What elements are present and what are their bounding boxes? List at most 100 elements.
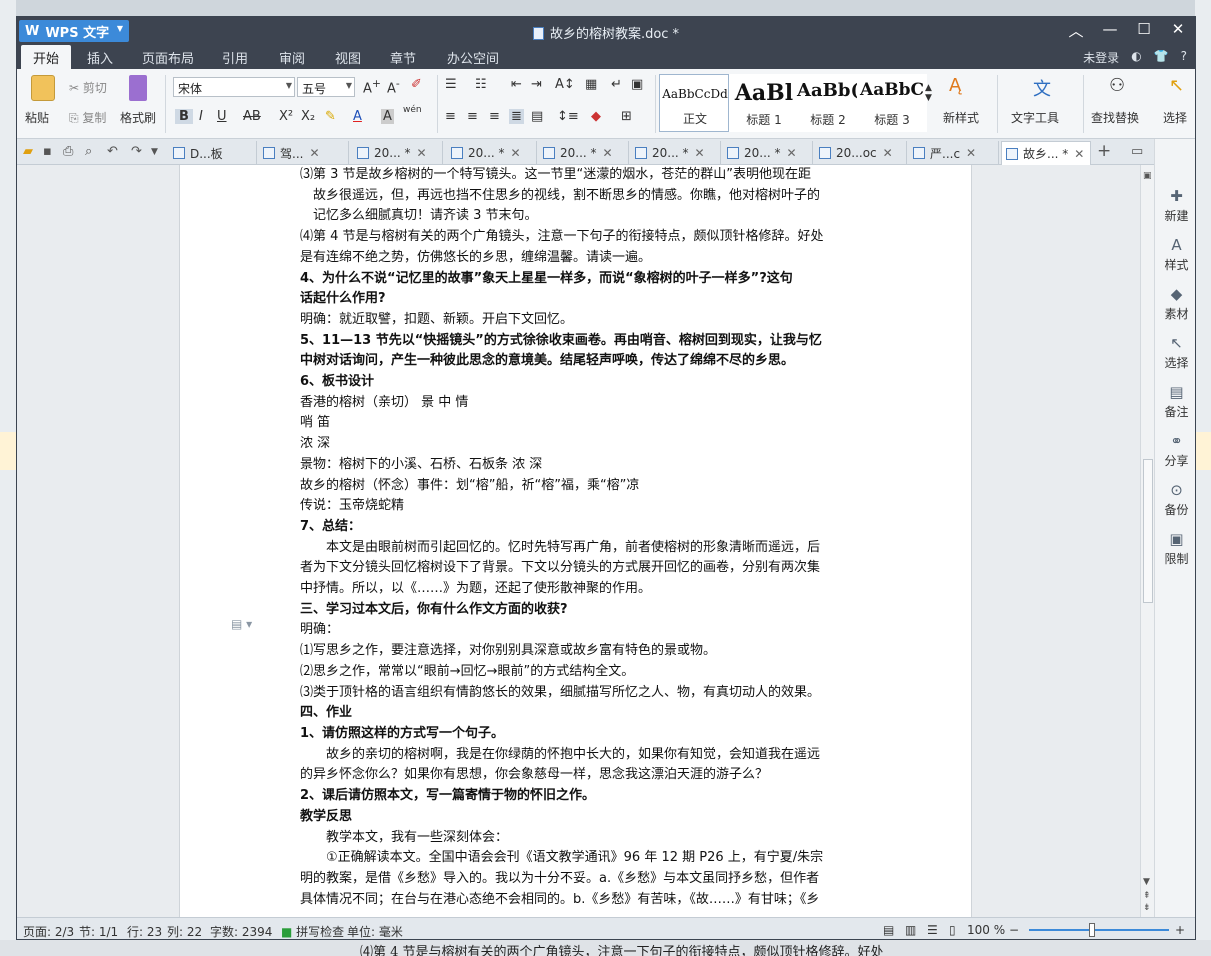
doc-tab[interactable]: 驾... ✕: [259, 141, 349, 165]
vertical-scrollbar[interactable]: ▣ ▼ ⇞ ⇟: [1140, 165, 1154, 917]
text-tools-button[interactable]: 文字工具: [1011, 109, 1059, 126]
doc-line[interactable]: 浓 深: [300, 434, 860, 455]
justify-icon[interactable]: ≣: [509, 109, 524, 124]
bold-button[interactable]: B: [175, 109, 193, 124]
page-view-icon[interactable]: ▤: [883, 923, 894, 937]
zoom-in-button[interactable]: +: [1175, 923, 1185, 937]
table-icon[interactable]: ▦: [585, 77, 597, 92]
sidepanel-restrict[interactable]: ▣ 限制: [1155, 530, 1195, 567]
sidepanel-materials[interactable]: ◆ 素材: [1155, 285, 1195, 322]
doc-line[interactable]: 的异乡怀念你么？如果你有思想，你会象慈母一样，思念我这漂泊天涯的游子么？: [300, 765, 860, 786]
tab-list-icon[interactable]: ▭: [1131, 144, 1143, 159]
doc-line[interactable]: 三、学习过本文后，你有什么作文方面的收获?: [300, 600, 860, 621]
sidepanel-comments[interactable]: ▤ 备注: [1155, 383, 1195, 420]
menu-chapter[interactable]: 章节: [390, 48, 416, 67]
line-spacing-icon[interactable]: ↕≡: [557, 109, 579, 124]
close-button[interactable]: ✕: [1167, 20, 1189, 41]
login-link[interactable]: 未登录: [1083, 49, 1119, 66]
doc-line[interactable]: 5、11—13 节先以“快摇镜头”的方式徐徐收束画卷。再由哨音、榕树回到现实，让…: [300, 331, 860, 352]
copy-button[interactable]: ⎘ 复制: [69, 109, 106, 126]
bullet-list-icon[interactable]: ☰: [445, 77, 457, 92]
font-size-select[interactable]: 五号 ▼: [297, 77, 355, 97]
zoom-out-button[interactable]: −: [1009, 923, 1019, 937]
doc-line[interactable]: 中树对话询问，产生一种彼此思念的意境美。结尾轻声呼唤，传达了绵绵不尽的乡思。: [300, 351, 860, 372]
doc-line[interactable]: 故乡的亲切的榕树啊，我是在你绿荫的怀抱中长大的，如果你有知觉，会知道我在遥远: [300, 745, 860, 766]
doc-tab[interactable]: 20... * ✕: [631, 141, 721, 165]
save-icon[interactable]: ▪: [43, 144, 52, 159]
zoom-level[interactable]: 100 %: [967, 923, 1005, 937]
shrink-font-button[interactable]: A-: [387, 77, 400, 96]
select-button[interactable]: 选择: [1163, 109, 1187, 126]
new-style-button[interactable]: 新样式: [943, 109, 979, 126]
doc-line[interactable]: 教学反思: [300, 807, 860, 828]
doc-line[interactable]: 教学本文，我有一些深刻体会：: [300, 828, 860, 849]
doc-line[interactable]: 故乡的榕树（怀念）事件：划“榕”船，祈“榕”福，乘“榕”凉: [300, 476, 860, 497]
web-view-icon[interactable]: ▥: [905, 923, 916, 937]
format-painter-button[interactable]: 格式刷: [120, 109, 156, 126]
doc-line[interactable]: 明确：: [300, 620, 860, 641]
distribute-icon[interactable]: ▤: [531, 109, 543, 124]
doc-line[interactable]: ⑷第 4 节是与榕树有关的两个广角镜头，注意一下句子的衔接特点，颇似顶针格修辞。…: [300, 227, 860, 248]
doc-tab[interactable]: 20... * ✕: [539, 141, 629, 165]
scrollbar-thumb[interactable]: [1143, 459, 1153, 603]
minimize-button[interactable]: —: [1099, 20, 1121, 41]
decrease-indent-icon[interactable]: ⇤: [511, 77, 522, 92]
doc-line[interactable]: 香港的榕树（亲切） 景 中 情: [300, 393, 860, 414]
doc-line[interactable]: 4、为什么不说“记忆里的故事”象天上星星一样多，而说“象榕树的叶子一样多”?这句: [300, 269, 860, 290]
doc-line[interactable]: 景物：榕树下的小溪、石桥、石板条 浓 深: [300, 455, 860, 476]
text-direction-icon[interactable]: A↕: [555, 77, 575, 92]
font-color-button[interactable]: A: [353, 109, 362, 124]
style-heading-1[interactable]: AaBl 标题 1: [729, 74, 799, 132]
maximize-button[interactable]: ☐: [1133, 20, 1155, 41]
align-center-icon[interactable]: ≡: [467, 109, 478, 124]
doc-line[interactable]: 2、课后请仿照本文，写一篇寄情于物的怀旧之作。: [300, 786, 860, 807]
doc-line[interactable]: 中抒情。所以，以《……》为题，还起了使形散神聚的作用。: [300, 579, 860, 600]
menu-references[interactable]: 引用: [222, 48, 248, 67]
menu-insert[interactable]: 插入: [87, 48, 113, 67]
doc-line[interactable]: 本文是由眼前树而引起回忆的。忆时先特写再广角，前者使榕树的形象清晰而遥远，后: [300, 538, 860, 559]
doc-tab[interactable]: 20...oc ✕: [815, 141, 907, 165]
doc-line[interactable]: 7、总结：: [300, 517, 860, 538]
doc-line[interactable]: 明确：就近取譬，扣题、新颖。开启下文回忆。: [300, 310, 860, 331]
undo-icon[interactable]: ↶: [107, 144, 118, 159]
borders-icon[interactable]: ⊞: [621, 109, 632, 124]
skin-icon[interactable]: ◐: [1131, 49, 1141, 66]
doc-line[interactable]: ⑶类于顶针格的语言组织有情韵悠长的效果，细腻描写所忆之人、物，有真切动人的效果。: [300, 683, 860, 704]
menu-home[interactable]: 开始: [21, 45, 72, 69]
menu-page-layout[interactable]: 页面布局: [142, 48, 194, 67]
menu-view[interactable]: 视图: [335, 48, 361, 67]
print-icon[interactable]: ⎙: [63, 144, 73, 159]
font-name-select[interactable]: 宋体 ▼: [173, 77, 295, 97]
paste-button[interactable]: 粘贴: [25, 109, 49, 126]
doc-line[interactable]: 话起什么作用?: [300, 289, 860, 310]
doc-line[interactable]: 故乡很遥远，但，再远也挡不住思乡的视线，割不断思乡的情感。你瞧，他对榕树叶子的: [300, 186, 860, 207]
doc-line[interactable]: 四、作业: [300, 703, 860, 724]
doc-tab[interactable]: 20... * ✕: [723, 141, 813, 165]
sidepanel-share[interactable]: ⚭ 分享: [1155, 432, 1195, 469]
reading-layout-icon[interactable]: ▣: [631, 77, 643, 92]
style-heading-3[interactable]: AaBbC 标题 3: [857, 74, 927, 132]
align-right-icon[interactable]: ≡: [489, 109, 500, 124]
spell-check-button[interactable]: ■ 拼写检查: [281, 923, 344, 939]
doc-tab[interactable]: 严...c ✕: [909, 141, 999, 165]
doc-tab-active[interactable]: 故乡... * ✕: [1001, 141, 1091, 165]
highlight-icon[interactable]: ✎: [325, 109, 336, 124]
text-tools-icon[interactable]: 文: [1033, 75, 1051, 101]
format-painter-icon[interactable]: [129, 75, 147, 101]
new-style-icon[interactable]: Ą: [949, 75, 961, 96]
clear-format-icon[interactable]: ✐: [411, 77, 422, 92]
menu-office-space[interactable]: 办公空间: [447, 48, 499, 67]
redo-icon[interactable]: ↷: [131, 144, 142, 159]
subscript-button[interactable]: X₂: [301, 109, 315, 124]
doc-line[interactable]: ⑵思乡之作，常常以“眼前→回忆→眼前”的方式结构全文。: [300, 662, 860, 683]
status-page[interactable]: 页面: 2/3: [23, 923, 74, 939]
quick-access-more-icon[interactable]: ▼: [151, 147, 158, 157]
sidepanel-backup[interactable]: ⊙ 备份: [1155, 481, 1195, 518]
new-tab-button[interactable]: +: [1097, 141, 1111, 161]
zoom-slider[interactable]: [1029, 929, 1169, 931]
doc-line[interactable]: 传说：玉帝烧蛇精: [300, 496, 860, 517]
sidepanel-styles[interactable]: A 样式: [1155, 236, 1195, 273]
doc-line[interactable]: 6、板书设计: [300, 372, 860, 393]
help-icon[interactable]: ?: [1181, 49, 1187, 66]
collapse-ribbon-button[interactable]: ︿: [1065, 20, 1087, 41]
